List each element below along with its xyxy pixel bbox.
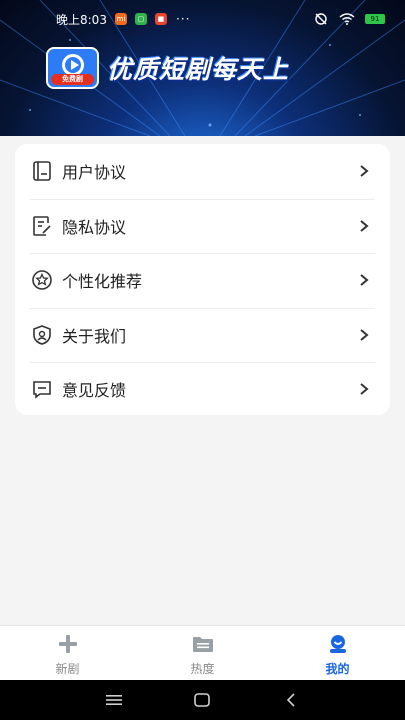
- chevron-right-icon: [358, 164, 370, 178]
- tab-label: 我的: [325, 662, 350, 676]
- app-logo: 免费剧: [46, 47, 99, 89]
- menu-item-label: 关于我们: [62, 326, 127, 346]
- document-icon: [30, 159, 54, 183]
- tab-mine[interactable]: 我的: [270, 626, 405, 680]
- profile-icon: [326, 633, 350, 655]
- menu-item-feedback[interactable]: 意见反馈: [15, 362, 390, 417]
- record-app-icon: ■: [154, 13, 167, 25]
- home-icon[interactable]: [190, 688, 214, 712]
- menu-item-personalized-recommendation[interactable]: 个性化推荐: [15, 253, 390, 308]
- menu-icon[interactable]: [102, 688, 126, 712]
- alarm-icon: [315, 13, 327, 25]
- shield-user-icon: [30, 323, 54, 347]
- settings-menu: 用户协议 隐私协议 个性化推荐 关于我们 意见反馈: [15, 144, 390, 415]
- bottom-tab-bar: 新剧 热度 我的: [0, 625, 405, 680]
- mi-app-icon: mi: [114, 13, 127, 25]
- system-navigation-bar: [0, 680, 405, 720]
- tab-popular[interactable]: 热度: [135, 626, 270, 680]
- plus-icon: [56, 633, 80, 655]
- tab-new-dramas[interactable]: 新剧: [0, 626, 135, 680]
- brand-header: 免费剧 优质短剧每天上: [46, 47, 289, 89]
- chat-app-icon: ▢: [134, 13, 147, 25]
- header-banner: 晚上8:03 mi ▢ ■ ··· 91 免费剧 优质短剧每天上: [0, 0, 405, 136]
- menu-item-label: 用户协议: [62, 163, 127, 183]
- wifi-icon: [339, 13, 355, 25]
- tab-label: 新剧: [55, 662, 80, 676]
- chevron-right-icon: [358, 219, 370, 233]
- menu-item-label: 隐私协议: [62, 217, 127, 237]
- folder-icon: [191, 633, 215, 655]
- back-icon[interactable]: [279, 688, 303, 712]
- status-bar: 晚上8:03 mi ▢ ■ ··· 91: [0, 0, 405, 38]
- menu-item-privacy-policy[interactable]: 隐私协议: [15, 198, 390, 254]
- menu-item-about-us[interactable]: 关于我们: [15, 307, 390, 363]
- star-badge-icon: [30, 268, 54, 292]
- tab-label: 热度: [190, 662, 215, 676]
- more-notifications: ···: [175, 12, 191, 26]
- menu-item-label: 意见反馈: [62, 381, 127, 401]
- chevron-right-icon: [358, 273, 370, 287]
- chevron-right-icon: [358, 382, 370, 396]
- menu-item-user-agreement[interactable]: 用户协议: [15, 144, 390, 199]
- message-icon: [30, 377, 54, 401]
- logo-tag: 免费剧: [51, 74, 94, 85]
- status-time: 晚上8:03: [56, 12, 107, 27]
- menu-item-label: 个性化推荐: [62, 272, 143, 292]
- slogan-text: 优质短剧每天上: [107, 55, 290, 84]
- edit-document-icon: [30, 214, 54, 238]
- battery-indicator: 91: [365, 14, 385, 24]
- chevron-right-icon: [358, 328, 370, 342]
